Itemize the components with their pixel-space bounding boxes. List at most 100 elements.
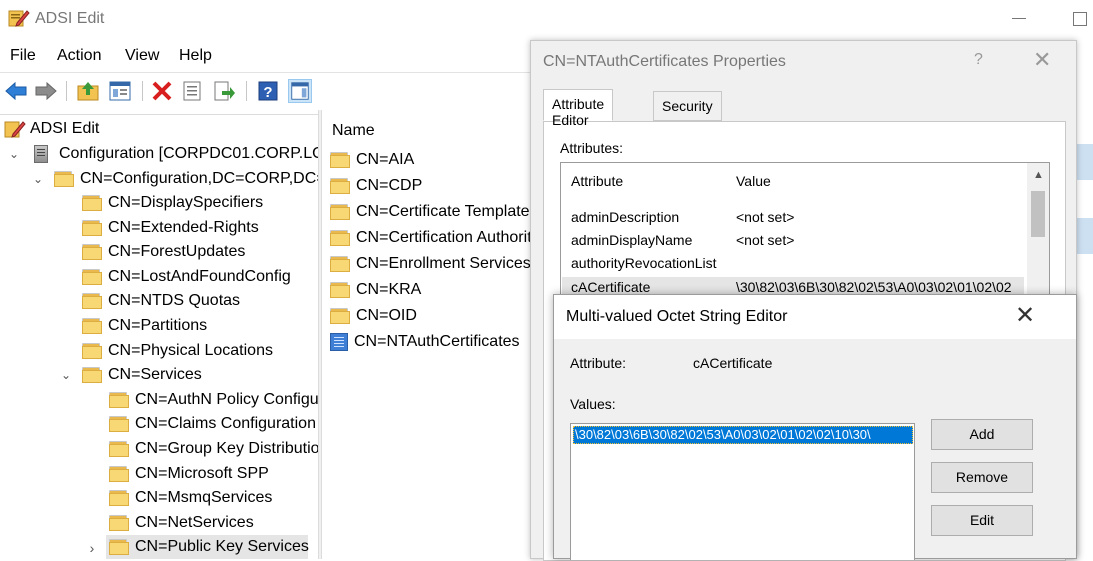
list-item-ntauthcertificates[interactable]: CN=NTAuthCertificates	[330, 330, 532, 354]
tree-item[interactable]: CN=DisplaySpecifiers	[82, 191, 263, 215]
value-item-selected[interactable]: \30\82\03\6B\30\82\02\53\A0\03\02\01\02\…	[573, 426, 913, 444]
tree-item[interactable]: CN=Partitions	[82, 314, 207, 338]
list-item-label: CN=Certificate Templates	[356, 203, 532, 220]
properties-icon[interactable]	[180, 79, 204, 103]
tree-item[interactable]: CN=NTDS Quotas	[82, 289, 240, 313]
menu-help[interactable]: Help	[179, 47, 212, 65]
tree-item[interactable]: CN=NetServices	[109, 511, 254, 535]
list-item[interactable]: CN=Certificate Templates	[330, 200, 532, 224]
tree-item-services[interactable]: ⌄ CN=Services	[60, 363, 202, 387]
tree-item[interactable]: CN=Claims Configuration	[109, 412, 318, 436]
tree-item-label: CN=Microsoft SPP	[135, 465, 269, 482]
edit-button[interactable]: Edit	[931, 505, 1033, 536]
tree-item-cn-configuration[interactable]: ⌄ CN=Configuration,DC=CORP,DC=LOCAL	[32, 167, 318, 191]
column-header-value[interactable]: Value	[736, 173, 771, 189]
folder-icon	[82, 244, 102, 260]
menu-file[interactable]: File	[10, 47, 36, 65]
delete-icon[interactable]	[150, 79, 174, 103]
tree-item[interactable]: CN=Microsoft SPP	[109, 462, 269, 486]
close-icon[interactable]: ✕	[1015, 301, 1035, 330]
attribute-row[interactable]: adminDisplayName <not set>	[571, 230, 1021, 252]
minimize-button[interactable]	[1004, 6, 1032, 30]
help-icon[interactable]: ?	[256, 79, 280, 103]
column-header-name[interactable]: Name	[332, 122, 375, 140]
show-hide-console-tree-icon[interactable]	[108, 79, 132, 103]
remove-button[interactable]: Remove	[931, 462, 1033, 493]
tree-item-label: CN=Services	[108, 366, 202, 383]
list-item-label: CN=CDP	[356, 177, 423, 194]
tree-root-label: ADSI Edit	[30, 120, 100, 137]
list-item-label: CN=NTAuthCertificates	[354, 333, 520, 350]
tree-item[interactable]: CN=Extended-Rights	[82, 216, 259, 240]
list-item[interactable]: CN=OID	[330, 304, 532, 328]
chevron-down-icon[interactable]: ⌄	[60, 368, 72, 382]
toolbar: ?	[0, 72, 530, 106]
octet-string-editor-dialog: Multi-valued Octet String Editor ✕ Attri…	[553, 294, 1077, 560]
folder-icon	[330, 256, 350, 272]
tree-item-label: CN=Extended-Rights	[108, 219, 259, 236]
background-pane	[1077, 114, 1093, 559]
attribute-row[interactable]: adminDescription <not set>	[571, 207, 1021, 229]
tree-item-label: CN=Configuration,DC=CORP,DC=LOCAL	[80, 170, 318, 187]
attribute-value: <not set>	[736, 232, 795, 248]
list-item[interactable]: CN=Certification Authorities	[330, 226, 532, 250]
tree-item[interactable]: CN=ForestUpdates	[82, 240, 245, 264]
tree-item-public-key-services[interactable]: CN=Public Key Services	[106, 535, 309, 559]
list-item[interactable]: CN=AIA	[330, 148, 532, 172]
tab-security[interactable]: Security	[653, 91, 722, 121]
folder-icon	[82, 269, 102, 285]
certificate-store-icon	[330, 333, 348, 351]
tree-item-label: CN=LostAndFoundConfig	[108, 268, 291, 285]
close-icon[interactable]: ✕	[1033, 47, 1051, 73]
attribute-name: adminDisplayName	[571, 232, 693, 248]
show-action-pane-icon[interactable]	[288, 79, 312, 103]
attribute-value: cACertificate	[693, 355, 773, 371]
octet-editor-title-bar: Multi-valued Octet String Editor ✕	[554, 295, 1076, 339]
folder-icon	[109, 539, 129, 555]
scroll-thumb[interactable]	[1031, 191, 1045, 237]
list-item[interactable]: CN=CDP	[330, 174, 532, 198]
folder-icon	[330, 152, 350, 168]
forward-arrow-icon[interactable]	[34, 79, 58, 103]
chevron-right-icon[interactable]: ›	[86, 540, 98, 556]
tree-item[interactable]: CN=LostAndFoundConfig	[82, 265, 291, 289]
console-tree: ADSI Edit ⌄ Configuration [CORPDC01.CORP…	[0, 114, 318, 559]
tree-root[interactable]: ADSI Edit	[4, 117, 99, 141]
tree-item[interactable]: CN=Group Key Distribution Service	[109, 437, 318, 461]
server-icon	[34, 145, 48, 163]
tree-item-label: CN=Partitions	[108, 317, 208, 334]
octet-editor-title: Multi-valued Octet String Editor	[566, 308, 788, 325]
tree-item[interactable]: CN=MsmqServices	[109, 486, 272, 510]
list-item-label: CN=Enrollment Services	[356, 255, 531, 272]
maximize-button[interactable]	[1066, 6, 1093, 30]
list-item[interactable]: CN=KRA	[330, 278, 532, 302]
export-list-icon[interactable]	[212, 79, 236, 103]
tree-item[interactable]: CN=AuthN Policy Configuration	[109, 388, 318, 412]
tab-attribute-editor[interactable]: Attribute Editor	[543, 89, 614, 128]
chevron-down-icon[interactable]: ⌄	[32, 172, 44, 186]
results-list: Name CN=AIA CN=CDP CN=Certificate Templa…	[322, 114, 532, 559]
list-item[interactable]: CN=Enrollment Services	[330, 252, 532, 276]
tree-item-label: CN=ForestUpdates	[108, 243, 246, 260]
menu-view[interactable]: View	[125, 47, 159, 65]
menu-bar: File Action View Help	[0, 44, 530, 70]
back-arrow-icon[interactable]	[4, 79, 28, 103]
folder-icon	[82, 318, 102, 334]
menu-action[interactable]: Action	[57, 47, 101, 65]
folder-icon	[109, 441, 129, 457]
add-button[interactable]: Add	[931, 419, 1033, 450]
folder-icon	[330, 282, 350, 298]
attribute-row[interactable]: authorityRevocationList	[571, 253, 1021, 275]
background-highlight	[1077, 218, 1093, 254]
attribute-name: authorityRevocationList	[571, 255, 717, 271]
scroll-up-icon[interactable]: ▲	[1033, 169, 1044, 181]
list-item-label: CN=KRA	[356, 281, 422, 298]
column-header-attribute[interactable]: Attribute	[571, 173, 623, 189]
tree-item-configuration[interactable]: ⌄ Configuration [CORPDC01.CORP.LOCAL]	[8, 142, 318, 166]
tree-item[interactable]: CN=Physical Locations	[82, 339, 273, 363]
chevron-down-icon[interactable]: ⌄	[8, 147, 20, 161]
up-folder-icon[interactable]	[76, 79, 100, 103]
folder-icon	[330, 308, 350, 324]
values-list[interactable]: \30\82\03\6B\30\82\02\53\A0\03\02\01\02\…	[570, 423, 915, 560]
help-button[interactable]: ?	[974, 51, 983, 69]
